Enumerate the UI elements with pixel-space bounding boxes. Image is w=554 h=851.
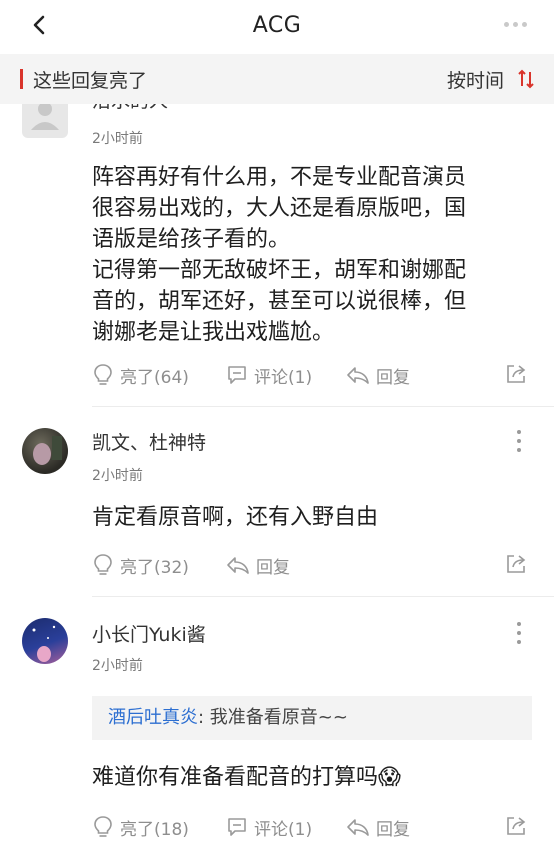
top-nav-bar: ACG xyxy=(0,0,554,50)
lightbulb-icon xyxy=(94,364,112,385)
comment-line: 语版是给孩子看的。 xyxy=(92,227,291,252)
comment-bubble-icon xyxy=(228,366,246,384)
like-count: 亮了(64) xyxy=(120,367,189,388)
kebab-dot xyxy=(517,631,521,635)
comment-button[interactable]: 评论(1) xyxy=(226,360,312,390)
default-avatar-icon xyxy=(31,104,59,130)
kebab-menu-icon xyxy=(517,622,521,626)
more-dot xyxy=(521,21,527,27)
reply-arrow-icon xyxy=(347,367,369,384)
like-count: 亮了(18) xyxy=(120,819,189,840)
reply-label: 回复 xyxy=(256,557,290,578)
comment-actions: 亮了(32) 回复 xyxy=(92,550,534,580)
reply-label: 回复 xyxy=(376,819,410,840)
share-button[interactable] xyxy=(504,362,528,390)
avatar[interactable] xyxy=(22,428,68,474)
sort-label: 按时间 xyxy=(446,69,504,92)
lightbulb-icon xyxy=(94,816,112,837)
comment-line: 很容易出戏的，大人还是看原版吧，国 xyxy=(92,196,467,221)
share-button[interactable] xyxy=(504,814,528,842)
like-button[interactable]: 亮了(32) xyxy=(92,550,189,580)
quoted-text: : 我准备看原音~~ xyxy=(198,707,348,728)
timestamp: 2小时前 xyxy=(92,468,143,484)
page-title: ACG xyxy=(252,12,302,38)
comment-actions: 亮了(64) 评论(1) 回复 xyxy=(92,360,534,390)
reply-button[interactable]: 回复 xyxy=(346,812,410,842)
quoted-comment[interactable]: 酒后吐真炎: 我准备看原音~~ xyxy=(92,696,532,740)
comment-text: 肯定看原音啊，还有入野自由 xyxy=(92,502,522,533)
share-icon xyxy=(507,555,526,573)
divider xyxy=(92,406,554,407)
share-icon xyxy=(507,817,526,835)
back-arrow-icon xyxy=(33,15,45,35)
reply-arrow-icon xyxy=(227,557,249,574)
comment-menu-button[interactable] xyxy=(514,622,524,644)
sort-by-time-button[interactable]: 按时间 xyxy=(447,64,534,94)
comment-count: 评论(1) xyxy=(254,819,313,840)
kebab-dot xyxy=(517,439,521,443)
reply-button[interactable]: 回复 xyxy=(346,360,410,390)
more-dot xyxy=(512,21,518,27)
comment-menu-button[interactable] xyxy=(514,430,524,452)
username[interactable]: 沿水的人 xyxy=(92,104,168,113)
reply-arrow-icon xyxy=(347,819,369,836)
comment-feed[interactable]: 沿水的人 2小时前 阵容再好有什么用，不是专业配音演员 很容易出戏的，大人还是看… xyxy=(0,104,554,851)
section-marker xyxy=(20,69,23,89)
more-dots-icon xyxy=(503,21,509,27)
comment-line: 阵容再好有什么用，不是专业配音演员 xyxy=(92,165,467,190)
comment-count: 评论(1) xyxy=(254,367,313,388)
comment-actions: 亮了(18) 评论(1) 回复 xyxy=(92,812,534,842)
back-button[interactable] xyxy=(26,10,52,40)
quoted-username[interactable]: 酒后吐真炎 xyxy=(108,707,198,728)
avatar[interactable] xyxy=(22,104,68,138)
comment-line: 谢娜老是让我出戏尴尬。 xyxy=(92,320,335,345)
timestamp: 2小时前 xyxy=(92,131,143,147)
timestamp: 2小时前 xyxy=(92,658,143,674)
comment-line: 肯定看原音啊，还有入野自由 xyxy=(92,505,379,530)
comment-text: 阵容再好有什么用，不是专业配音演员 很容易出戏的，大人还是看原版吧，国 语版是给… xyxy=(92,162,522,348)
kebab-dot xyxy=(517,448,521,452)
section-header: 这些回复亮了 按时间 xyxy=(0,54,554,104)
comment-text: 难道你有准备看配音的打算吗😱 xyxy=(92,762,522,793)
lightbulb-icon xyxy=(94,554,112,575)
comment-line: 记得第一部无敌破坏王，胡军和谢娜配 xyxy=(92,258,467,283)
like-count: 亮了(32) xyxy=(120,557,189,578)
section-title: 这些回复亮了 xyxy=(33,70,148,92)
divider xyxy=(92,596,554,597)
comment-line: 难道你有准备看配音的打算吗😱 xyxy=(92,765,401,790)
reply-label: 回复 xyxy=(376,367,410,388)
kebab-dot xyxy=(517,640,521,644)
share-button[interactable] xyxy=(504,552,528,580)
sort-arrows-icon xyxy=(518,69,534,89)
kebab-menu-icon xyxy=(517,430,521,434)
avatar-photo xyxy=(32,625,56,662)
more-button[interactable] xyxy=(498,12,532,36)
comment-button[interactable]: 评论(1) xyxy=(226,812,312,842)
avatar-photo xyxy=(33,436,62,465)
reply-button[interactable]: 回复 xyxy=(226,550,290,580)
avatar[interactable] xyxy=(22,618,68,664)
username[interactable]: 凯文、杜神特 xyxy=(92,428,206,455)
like-button[interactable]: 亮了(18) xyxy=(92,812,189,842)
username[interactable]: 小长门Yuki酱 xyxy=(92,620,206,647)
share-icon xyxy=(507,365,526,383)
comment-line: 音的，胡军还好，甚至可以说很棒，但 xyxy=(92,289,467,314)
like-button[interactable]: 亮了(64) xyxy=(92,360,189,390)
comment-bubble-icon xyxy=(228,818,246,836)
